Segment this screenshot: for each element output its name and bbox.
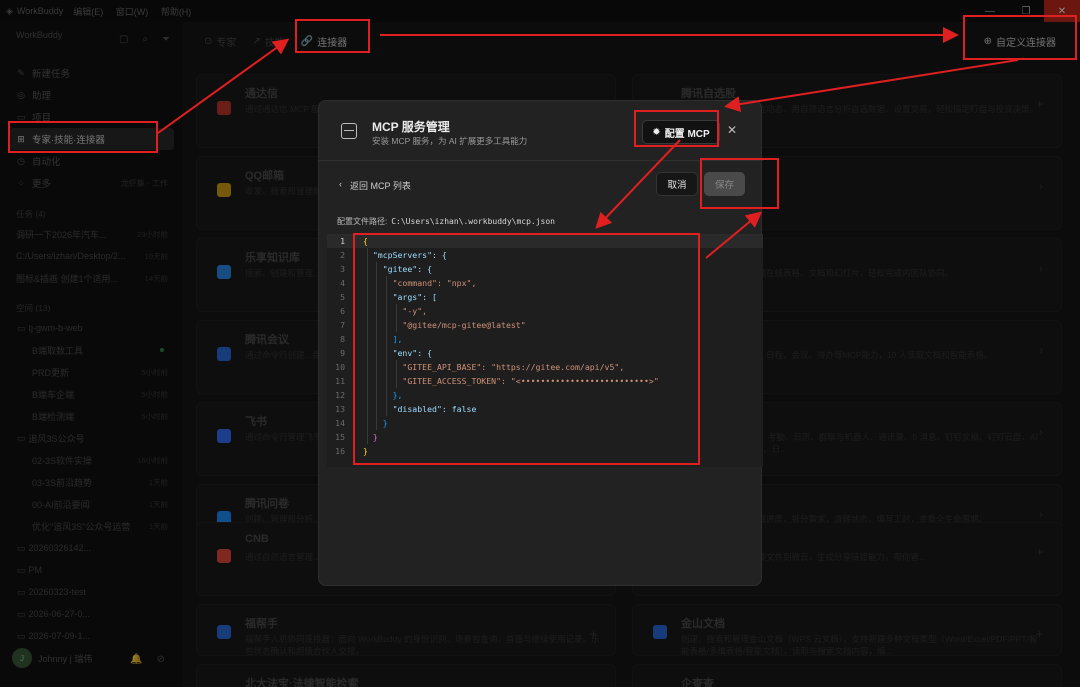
annotation-arrows xyxy=(157,27,1019,259)
arrow-to-code xyxy=(595,139,681,229)
arrow-to-connector-tab xyxy=(157,38,290,134)
arrow-to-save xyxy=(705,211,763,259)
arrow-to-config-mcp xyxy=(724,59,1019,113)
